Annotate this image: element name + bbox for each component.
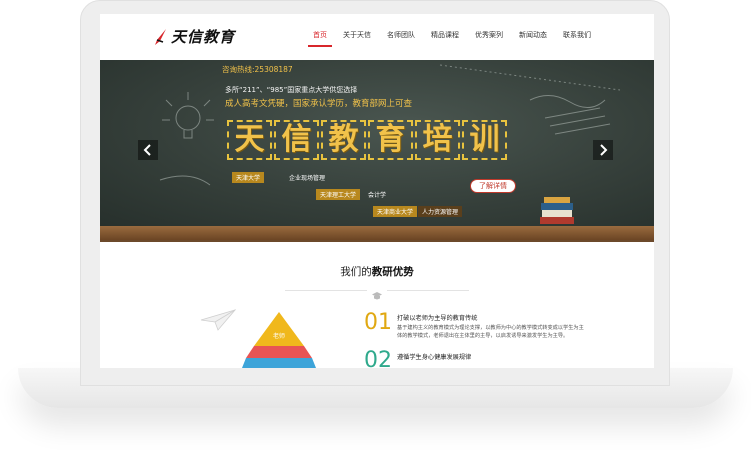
advantage-number: 02 — [364, 348, 392, 368]
laptop-screen: 天信教育 首页 关于天信 名师团队 精品课程 优秀案列 新闻动态 联系我们 咨询… — [100, 14, 654, 368]
title-char: 教 — [321, 120, 366, 160]
title-char: 培 — [415, 120, 460, 160]
nav-item-courses[interactable]: 精品课程 — [423, 29, 467, 47]
school-tag: 天津理工大学 — [316, 189, 361, 200]
brush-mark-icon — [155, 28, 166, 45]
logo-text: 天信教育 — [171, 28, 236, 46]
learn-more-button[interactable]: 了解详情 — [471, 180, 515, 192]
graduation-cap-icon — [367, 285, 387, 304]
nav-item-teachers[interactable]: 名师团队 — [379, 29, 423, 47]
hotline-text: 咨询热线:25308187 — [222, 65, 293, 74]
school-tag: 天津大学 — [232, 172, 265, 183]
teaching-advantage-section: 我们的教研优势 老师 01 打破以老师为主导的教育传统 基于建构主义的教育模式为… — [100, 242, 654, 368]
advantage-heading: 打破以老师为主导的教育传统 — [397, 315, 478, 322]
title-char: 天 — [227, 120, 272, 160]
advantage-number: 01 — [364, 310, 392, 335]
section-title-prefix: 我们的 — [340, 266, 372, 278]
banner-title: 天 信 教 育 培 训 — [227, 120, 507, 160]
hero-banner: 咨询热线:25308187 多所“211”、“985”国家重点大学供您选择 成人… — [100, 60, 654, 242]
nav-item-news[interactable]: 新闻动态 — [511, 29, 555, 47]
major-tag: 会计学 — [368, 192, 387, 199]
school-tag: 天津商业大学 — [373, 206, 418, 217]
advantage-description: 基于建构主义的教育模式为理论支撑，以教师为中心的教学模式转变成以学生为主体的教学… — [397, 325, 584, 339]
nav-menu: 首页 关于天信 名师团队 精品课程 优秀案列 新闻动态 联系我们 — [305, 29, 599, 47]
chevron-right-icon — [600, 144, 608, 156]
title-char: 信 — [274, 120, 319, 160]
title-char: 育 — [368, 120, 413, 160]
next-slide-button[interactable] — [593, 140, 613, 160]
chevron-left-icon — [143, 144, 151, 156]
nav-item-home[interactable]: 首页 — [305, 29, 335, 47]
nav-item-cases[interactable]: 优秀案列 — [467, 29, 511, 47]
intro-line-1: 多所“211”、“985”国家重点大学供您选择 — [225, 86, 358, 94]
section-title-highlight: 教研优势 — [371, 266, 414, 278]
paper-plane-icon — [200, 309, 236, 331]
pyramid-diagram: 老师 — [242, 312, 316, 368]
chalkboard-background: 咨询热线:25308187 多所“211”、“985”国家重点大学供您选择 成人… — [100, 60, 654, 226]
top-navigation: 天信教育 首页 关于天信 名师团队 精品课程 优秀案列 新闻动态 联系我们 — [100, 14, 654, 61]
books-illustration — [540, 197, 574, 224]
nav-item-contact[interactable]: 联系我们 — [555, 29, 599, 47]
title-char: 训 — [462, 120, 507, 160]
chalk-tray — [100, 226, 654, 240]
pyramid-label: 老师 — [273, 332, 285, 340]
intro-line-2: 成人高考文凭硬，国家承认学历，教育部网上可查 — [225, 99, 413, 109]
advantage-heading: 遵循学生身心健康发展规律 — [397, 354, 472, 361]
prev-slide-button[interactable] — [138, 140, 158, 160]
section-title: 我们的教研优势 — [100, 264, 654, 279]
major-tag: 企业现场管理 — [289, 175, 326, 182]
site-logo[interactable]: 天信教育 — [154, 26, 235, 47]
major-tag: 人力资源管理 — [418, 206, 463, 217]
nav-item-about[interactable]: 关于天信 — [335, 29, 379, 47]
